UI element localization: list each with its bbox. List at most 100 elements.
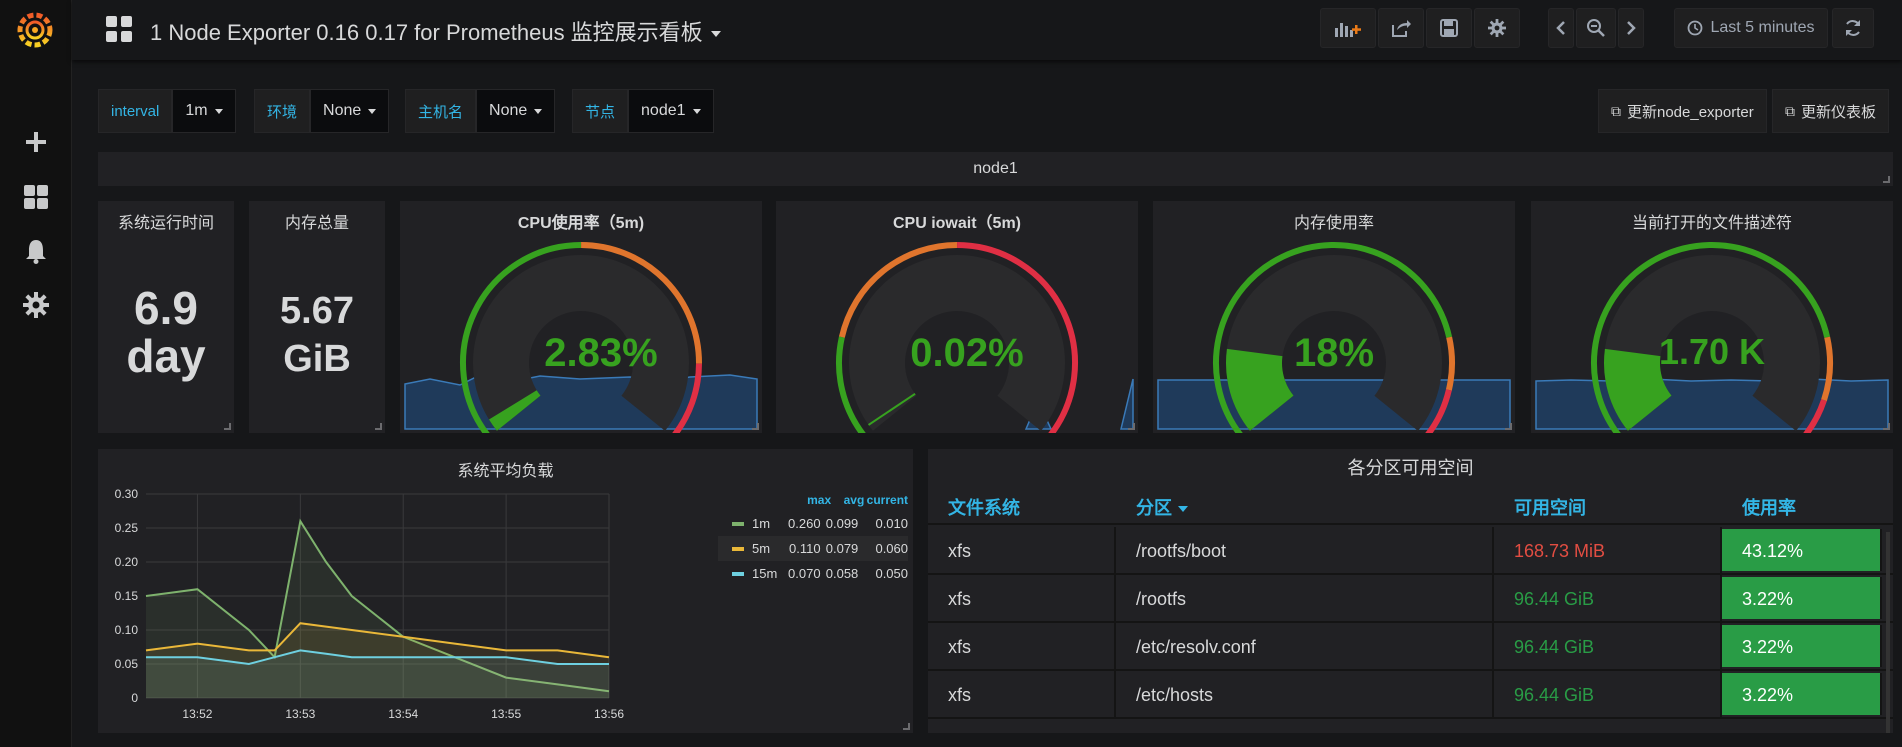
update-dashboard-link[interactable]: ⧉ 更新仪表板 bbox=[1772, 89, 1890, 133]
column-header-avail[interactable]: 可用空间 bbox=[1494, 491, 1722, 523]
panel-uptime: 系统运行时间 6.9 day bbox=[98, 201, 234, 433]
add-panel-button[interactable] bbox=[1320, 8, 1376, 48]
update-exporter-link[interactable]: ⧉ 更新node_exporter bbox=[1598, 89, 1767, 133]
scrollbar[interactable] bbox=[1886, 532, 1890, 733]
table-row[interactable]: xfs/rootfs/boot 168.73 MiB 43.12% bbox=[928, 527, 1893, 575]
legend-max: 0.110 bbox=[789, 541, 821, 556]
resize-handle[interactable] bbox=[1883, 423, 1890, 430]
column-header-mount[interactable]: 分区 bbox=[1116, 491, 1494, 523]
refresh-button[interactable] bbox=[1832, 8, 1874, 48]
cell-mount: /etc/hosts bbox=[1116, 671, 1494, 717]
resize-handle[interactable] bbox=[1505, 423, 1512, 430]
legend-row[interactable]: 1m 0.260 0.099 0.010 bbox=[718, 511, 908, 536]
mem-total-value: 5.67 bbox=[280, 290, 354, 332]
legend-avg: 0.058 bbox=[825, 566, 859, 581]
fd-value: 1.70 K bbox=[1658, 331, 1766, 372]
variable-hostname[interactable]: 主机名 None bbox=[405, 89, 556, 133]
panel-load-average: 系统平均负载 0.30 0.25 0.20 0.15 0.10 0.05 0 13:52 13:… bbox=[98, 449, 913, 733]
column-header-usage[interactable]: 使用率 bbox=[1722, 491, 1882, 523]
cog-icon bbox=[1488, 19, 1506, 37]
legend-current: 0.050 bbox=[875, 566, 909, 581]
panel-file-descriptors: 当前打开的文件描述符 1.70 K bbox=[1531, 201, 1893, 433]
column-header-fs[interactable]: 文件系统 bbox=[928, 491, 1116, 523]
resize-handle[interactable] bbox=[903, 723, 910, 730]
legend-header: max avg current bbox=[718, 493, 908, 511]
y-tick-label: 0.15 bbox=[115, 589, 139, 603]
time-picker-button[interactable]: Last 5 minutes bbox=[1674, 8, 1828, 48]
create-plus-icon[interactable] bbox=[20, 126, 52, 158]
legend-swatch bbox=[732, 571, 744, 576]
table-row[interactable]: xfs/etc/resolv.conf 96.44 GiB 3.22% bbox=[928, 623, 1893, 671]
add-panel-icon bbox=[1335, 23, 1361, 37]
resize-handle[interactable] bbox=[224, 423, 231, 430]
y-tick-label: 0.20 bbox=[115, 555, 139, 569]
variable-interval[interactable]: interval 1m bbox=[98, 89, 236, 133]
table-row[interactable]: xfs/etc/hosts 96.44 GiB 3.22% bbox=[928, 671, 1893, 719]
share-icon bbox=[1392, 20, 1411, 37]
caret-down-icon bbox=[692, 108, 701, 114]
x-tick-label: 13:56 bbox=[594, 707, 624, 721]
uptime-value: 6.9 bbox=[134, 282, 198, 334]
y-tick-label: 0.05 bbox=[115, 657, 139, 671]
mem-usage-value: 18% bbox=[1293, 331, 1375, 375]
panel-title: 各分区可用空间 bbox=[1347, 458, 1474, 478]
save-icon bbox=[1440, 19, 1458, 37]
row-title: node1 bbox=[973, 160, 1018, 177]
variable-value-dropdown[interactable]: node1 bbox=[628, 89, 714, 133]
cell-usage: 43.12% bbox=[1722, 529, 1882, 571]
legend-max: 0.070 bbox=[788, 566, 821, 581]
x-tick-label: 13:55 bbox=[491, 707, 521, 721]
dashboards-icon[interactable] bbox=[20, 181, 52, 213]
table-row[interactable]: xfs/rootfs 96.44 GiB 3.22% bbox=[928, 575, 1893, 623]
share-button[interactable] bbox=[1378, 8, 1424, 48]
row-header[interactable]: node1 bbox=[98, 152, 1893, 186]
variable-node[interactable]: 节点 node1 bbox=[572, 89, 714, 133]
x-tick-label: 13:53 bbox=[285, 707, 315, 721]
sparkline-area bbox=[1535, 378, 1889, 430]
time-back-button[interactable] bbox=[1548, 8, 1574, 48]
y-tick-label: 0.10 bbox=[115, 623, 139, 637]
resize-handle[interactable] bbox=[1883, 176, 1890, 183]
top-navbar: 1 Node Exporter 0.16 0.17 for Prometheus… bbox=[72, 0, 1902, 60]
chevron-left-icon bbox=[1556, 21, 1565, 35]
legend-row[interactable]: 5m 0.110 0.079 0.060 bbox=[718, 536, 908, 561]
resize-handle[interactable] bbox=[1128, 423, 1135, 430]
resize-handle[interactable] bbox=[375, 423, 382, 430]
variable-label: 节点 bbox=[572, 89, 629, 133]
graph-legend: max avg current 1m 0.260 0.099 0.010 5m 0.110… bbox=[718, 493, 908, 586]
legend-row[interactable]: 15m 0.070 0.058 0.050 bbox=[718, 561, 908, 586]
refresh-icon bbox=[1846, 20, 1860, 36]
zoom-out-button[interactable] bbox=[1576, 8, 1616, 48]
dashboard-title-text: 1 Node Exporter 0.16 0.17 for Prometheus… bbox=[150, 20, 703, 45]
fd-gauge bbox=[1535, 242, 1889, 433]
column-header-mount-label: 分区 bbox=[1136, 498, 1172, 518]
variable-value-dropdown[interactable]: 1m bbox=[172, 89, 236, 133]
resize-handle[interactable] bbox=[752, 423, 759, 430]
cell-usage: 3.22% bbox=[1722, 625, 1882, 667]
link-label: 更新仪表板 bbox=[1801, 103, 1877, 121]
legend-series-name: 1m bbox=[752, 516, 771, 531]
variable-value-dropdown[interactable]: None bbox=[476, 89, 556, 133]
dashboard-title[interactable]: 1 Node Exporter 0.16 0.17 for Prometheus… bbox=[150, 15, 721, 47]
panel-filesystem: 各分区可用空间 文件系统 分区 可用空间 使用率 xfs/rootfs/boot… bbox=[928, 449, 1893, 733]
uptime-unit: day bbox=[126, 330, 206, 382]
cpu-gauge bbox=[404, 242, 758, 433]
settings-button[interactable] bbox=[1474, 8, 1520, 48]
legend-series-name: 15m bbox=[752, 566, 778, 581]
legend-header-max: max bbox=[807, 493, 832, 507]
cell-avail: 168.73 MiB bbox=[1494, 527, 1722, 573]
cell-avail: 96.44 GiB bbox=[1494, 623, 1722, 669]
cell-fs: xfs bbox=[928, 623, 1116, 669]
configuration-gear-icon[interactable] bbox=[20, 289, 52, 321]
grafana-logo-icon[interactable] bbox=[16, 10, 54, 48]
save-dashboard-button[interactable] bbox=[1426, 8, 1472, 48]
variable-env[interactable]: 环境 None bbox=[254, 89, 390, 133]
time-forward-button[interactable] bbox=[1618, 8, 1644, 48]
variable-value-dropdown[interactable]: None bbox=[310, 89, 390, 133]
cell-fs: xfs bbox=[928, 671, 1116, 717]
legend-current: 0.010 bbox=[875, 516, 909, 531]
alerting-bell-icon[interactable] bbox=[20, 235, 52, 267]
load-average-chart[interactable]: 0.300.250.200.150.100.05013:52 13:53 13:54… bbox=[98, 449, 913, 733]
cell-usage: 3.22% bbox=[1722, 577, 1882, 619]
variable-value: node1 bbox=[641, 102, 686, 119]
